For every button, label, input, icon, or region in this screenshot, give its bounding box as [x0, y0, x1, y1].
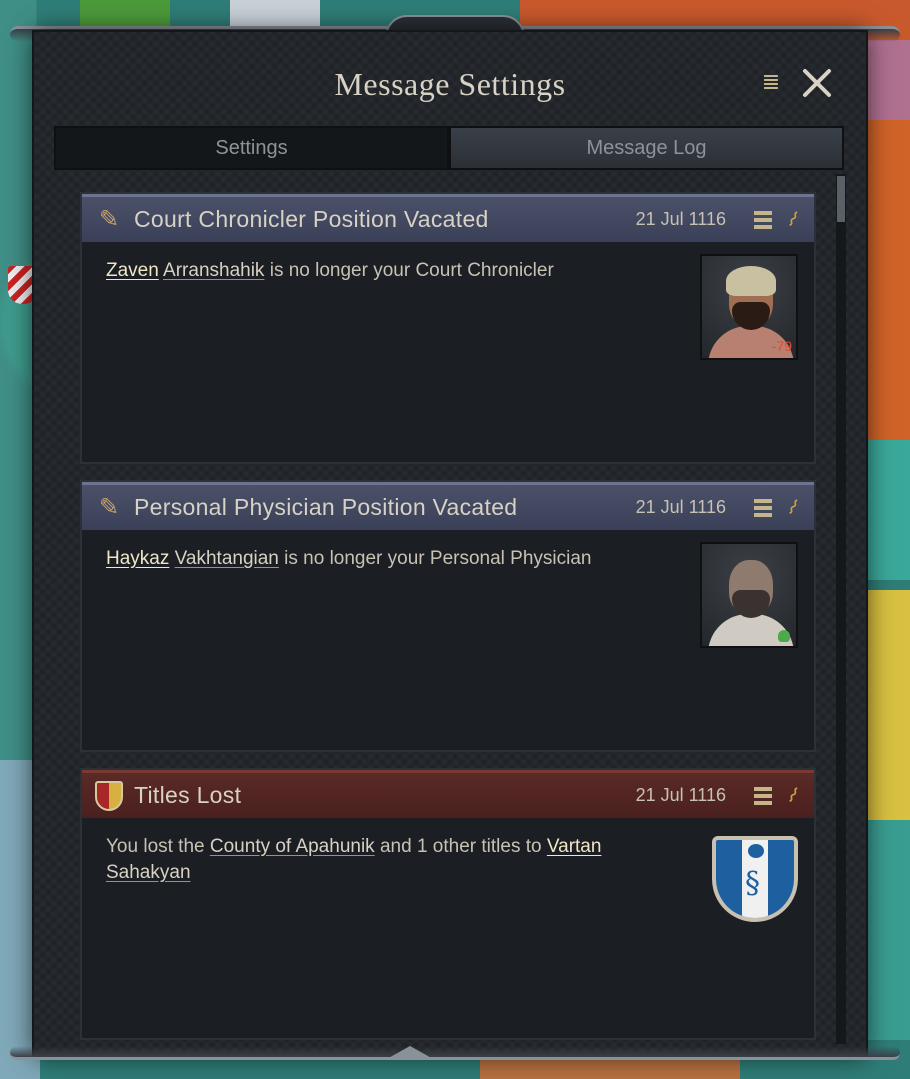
title-actions: ≣ [760, 66, 832, 98]
character-last-name-link[interactable]: Arranshahik [163, 260, 264, 281]
message-text: Haykaz Vakhtangian is no longer your Per… [106, 546, 636, 572]
message-body: You lost the County of Apahunik and 1 ot… [82, 818, 814, 1038]
message-card: ✎ Court Chronicler Position Vacated 21 J… [80, 192, 816, 464]
message-list: ✎ Court Chronicler Position Vacated 21 J… [80, 192, 816, 1056]
scrollbar-thumb[interactable] [837, 176, 845, 222]
character-last-name-link[interactable]: Sahakyan [106, 862, 191, 883]
scroll-icon[interactable]: ≣ [760, 68, 782, 96]
quill-icon: ✎ [98, 495, 120, 521]
character-first-name-link[interactable]: Haykaz [106, 548, 169, 569]
list-icon[interactable] [752, 208, 774, 232]
message-text-middle: and 1 other titles to [374, 836, 547, 857]
character-portrait[interactable] [700, 542, 798, 648]
broom-icon[interactable]: ⌇ [782, 784, 804, 808]
list-icon[interactable] [752, 784, 774, 808]
close-icon[interactable] [800, 66, 832, 98]
message-text: You lost the County of Apahunik and 1 ot… [106, 834, 636, 886]
message-settings-window: Message Settings ≣ Settings Message Log … [34, 32, 866, 1056]
tab-settings[interactable]: Settings [54, 126, 449, 170]
message-header: ✎ Personal Physician Position Vacated 21… [82, 482, 814, 530]
message-body: Haykaz Vakhtangian is no longer your Per… [82, 530, 814, 750]
quill-icon: ✎ [98, 207, 120, 233]
message-header: ✎ Court Chronicler Position Vacated 21 J… [82, 194, 814, 242]
character-first-name-link[interactable]: Zaven [106, 260, 159, 281]
window-title: Message Settings [334, 66, 566, 102]
message-card: Titles Lost 21 Jul 1116 ⌇ You lost the C… [80, 768, 816, 1040]
message-text-prefix: You lost the [106, 836, 210, 857]
character-first-name-link[interactable]: Vartan [547, 836, 602, 857]
message-body: Zaven Arranshahik is no longer your Cour… [82, 242, 814, 462]
window-frame-bottom [10, 1046, 900, 1060]
message-text-rest: is no longer your Personal Physician [278, 548, 592, 569]
message-text: Zaven Arranshahik is no longer your Cour… [106, 258, 636, 284]
message-date: 21 Jul 1116 [635, 209, 726, 229]
character-last-name-link[interactable]: Vakhtangian [175, 548, 279, 569]
character-portrait[interactable]: -79 [700, 254, 798, 360]
list-icon[interactable] [752, 496, 774, 520]
tab-message-log[interactable]: Message Log [449, 126, 844, 170]
message-title: Titles Lost [134, 782, 242, 808]
scrollbar[interactable] [836, 174, 846, 1044]
title-link[interactable]: County of Apahunik [210, 836, 375, 857]
message-date: 21 Jul 1116 [635, 785, 726, 805]
message-title: Personal Physician Position Vacated [134, 494, 518, 520]
shield-icon [92, 779, 126, 813]
broom-icon[interactable]: ⌇ [782, 496, 804, 520]
skull-icon [778, 630, 790, 642]
message-title: Court Chronicler Position Vacated [134, 206, 489, 232]
message-date: 21 Jul 1116 [635, 497, 726, 517]
coat-of-arms-icon[interactable]: § [712, 836, 798, 922]
message-header: Titles Lost 21 Jul 1116 ⌇ [82, 770, 814, 818]
broom-icon[interactable]: ⌇ [782, 208, 804, 232]
message-text-rest: is no longer your Court Chronicler [264, 260, 554, 281]
tab-bar: Settings Message Log [54, 126, 844, 170]
message-card: ✎ Personal Physician Position Vacated 21… [80, 480, 816, 752]
opinion-badge: -79 [771, 338, 792, 354]
